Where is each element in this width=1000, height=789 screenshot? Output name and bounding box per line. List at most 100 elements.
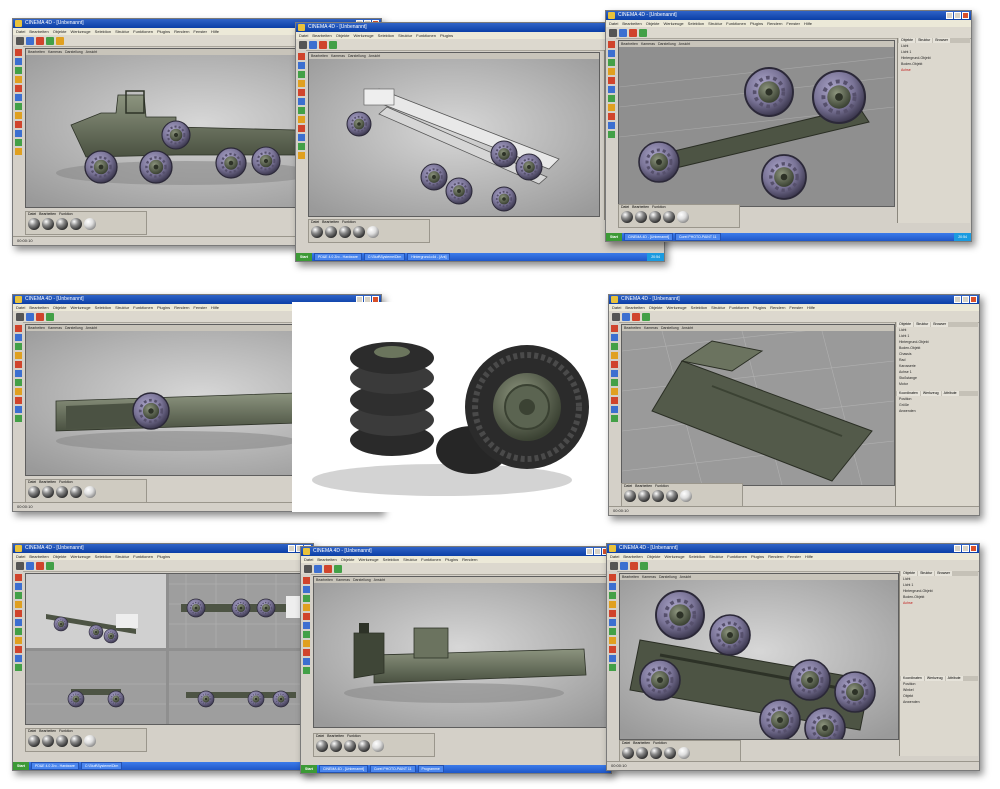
undo-icon[interactable] (612, 312, 620, 321)
viewport-perspective[interactable]: Bearbeiten Kameras Darstellung Ansicht (313, 576, 607, 728)
menu-objects[interactable]: Objekte (341, 557, 355, 562)
menu-plugins[interactable]: Plugins (157, 29, 170, 34)
vp-menu-edit[interactable]: Bearbeiten (316, 578, 333, 582)
tool-icon[interactable] (14, 112, 22, 119)
tool-icon[interactable] (14, 343, 22, 350)
tool-icon[interactable] (607, 41, 615, 48)
material-ball-icon[interactable] (28, 486, 40, 498)
menu-tools[interactable]: Werkzeuge (71, 305, 91, 310)
menu-edit[interactable]: Bearbeiten (312, 33, 331, 38)
material-ball-icon[interactable] (28, 218, 40, 230)
menu-edit[interactable]: Bearbeiten (625, 305, 644, 310)
taskbar-item[interactable]: PD&E 4.0 Zro - Hardware (313, 253, 362, 261)
minimize-icon[interactable] (586, 548, 593, 555)
tool-icon[interactable] (302, 667, 310, 674)
menu-tools[interactable]: Werkzeuge (71, 29, 91, 34)
menu-edit[interactable]: Bearbeiten (29, 29, 48, 34)
tool-icon[interactable] (14, 664, 22, 671)
mat-menu-edit[interactable]: Bearbeiten (39, 729, 56, 733)
material-ball-icon[interactable] (372, 740, 384, 752)
mat-menu-function[interactable]: Funktion (342, 220, 355, 224)
menu-selection[interactable]: Selektion (95, 29, 111, 34)
mat-menu-file[interactable]: Datei (624, 484, 632, 488)
tool-icon[interactable] (607, 59, 615, 66)
mat-menu-function[interactable]: Funktion (59, 729, 72, 733)
menu-tools[interactable]: Werkzeuge (664, 21, 684, 26)
vp-menu-edit[interactable]: Bearbeiten (28, 326, 45, 330)
material-ball-icon[interactable] (28, 735, 40, 747)
vp-menu-cameras[interactable]: Kameras (48, 326, 62, 330)
menu-structure[interactable]: Struktur (708, 21, 722, 26)
mat-menu-function[interactable]: Funktion (653, 741, 666, 745)
mat-menu-function[interactable]: Funktion (652, 205, 665, 209)
tool-icon[interactable] (297, 125, 305, 132)
menu-file[interactable]: Datei (299, 33, 308, 38)
tool-icon[interactable] (14, 646, 22, 653)
tool-icon[interactable] (610, 370, 618, 377)
mat-menu-edit[interactable]: Bearbeiten (327, 734, 344, 738)
viewport-canvas[interactable] (26, 574, 310, 724)
material-ball-icon[interactable] (84, 486, 96, 498)
vp-menu-cameras[interactable]: Kameras (642, 575, 656, 579)
scale-tool-icon[interactable] (629, 28, 637, 37)
tool-icon[interactable] (297, 53, 305, 60)
tool-icon[interactable] (14, 334, 22, 341)
tool-icon[interactable] (607, 131, 615, 138)
tool-icon[interactable] (14, 85, 22, 92)
tool-icon[interactable] (608, 628, 616, 635)
viewport-perspective[interactable]: Bearbeiten Kameras Darstellung Ansicht (621, 324, 895, 486)
tool-icon[interactable] (14, 415, 22, 422)
tool-icon[interactable] (610, 361, 618, 368)
mat-menu-file[interactable]: Datei (311, 220, 319, 224)
menu-window[interactable]: Fenster (193, 305, 207, 310)
move-tool-icon[interactable] (26, 312, 34, 321)
viewport-canvas[interactable] (619, 47, 894, 206)
menu-selection[interactable]: Selektion (378, 33, 394, 38)
mat-menu-file[interactable]: Datei (621, 205, 629, 209)
close-icon[interactable] (962, 12, 969, 19)
move-tool-icon[interactable] (620, 561, 628, 570)
tool-icon[interactable] (607, 104, 615, 111)
menu-selection[interactable]: Selektion (691, 305, 707, 310)
material-ball-icon[interactable] (70, 486, 82, 498)
menu-selection[interactable]: Selektion (688, 21, 704, 26)
material-ball-icon[interactable] (652, 490, 664, 502)
tool-icon[interactable] (607, 86, 615, 93)
menu-plugins[interactable]: Plugins (445, 557, 458, 562)
menu-plugins[interactable]: Plugins (440, 33, 453, 38)
tool-icon[interactable] (610, 406, 618, 413)
menu-edit[interactable]: Bearbeiten (29, 554, 48, 559)
vp-menu-display[interactable]: Darstellung (65, 50, 83, 54)
tool-icon[interactable] (607, 68, 615, 75)
material-ball-icon[interactable] (680, 490, 692, 502)
rotate-tool-icon[interactable] (46, 561, 54, 570)
material-ball-icon[interactable] (367, 226, 379, 238)
tool-icon[interactable] (297, 116, 305, 123)
scale-tool-icon[interactable] (632, 312, 640, 321)
mat-menu-file[interactable]: Datei (28, 212, 36, 216)
tool-icon[interactable] (610, 397, 618, 404)
rotate-tool-icon[interactable] (334, 564, 342, 573)
menu-objects[interactable]: Objekte (336, 33, 350, 38)
tool-icon[interactable] (607, 113, 615, 120)
material-ball-icon[interactable] (622, 747, 634, 759)
menu-plugins[interactable]: Plugins (157, 305, 170, 310)
taskbar-item[interactable]: PD&E 4.0 Zro - Hardware (30, 762, 79, 770)
material-ball-icon[interactable] (677, 211, 689, 223)
mat-menu-file[interactable]: Datei (622, 741, 630, 745)
vp-menu-display[interactable]: Darstellung (353, 578, 371, 582)
viewport-quad[interactable] (25, 573, 311, 725)
menu-render[interactable]: Rendern (174, 29, 189, 34)
tool-icon[interactable] (297, 80, 305, 87)
menu-help[interactable]: Hilfe (211, 305, 219, 310)
rotate-tool-icon[interactable] (640, 561, 648, 570)
menu-selection[interactable]: Selektion (95, 305, 111, 310)
menu-render[interactable]: Rendern (767, 21, 782, 26)
tool-icon[interactable] (14, 655, 22, 662)
menu-selection[interactable]: Selektion (95, 554, 111, 559)
undo-icon[interactable] (304, 564, 312, 573)
menu-window[interactable]: Fenster (786, 21, 800, 26)
menu-edit[interactable]: Bearbeiten (623, 554, 642, 559)
mat-menu-file[interactable]: Datei (316, 734, 324, 738)
tool-icon[interactable] (14, 619, 22, 626)
